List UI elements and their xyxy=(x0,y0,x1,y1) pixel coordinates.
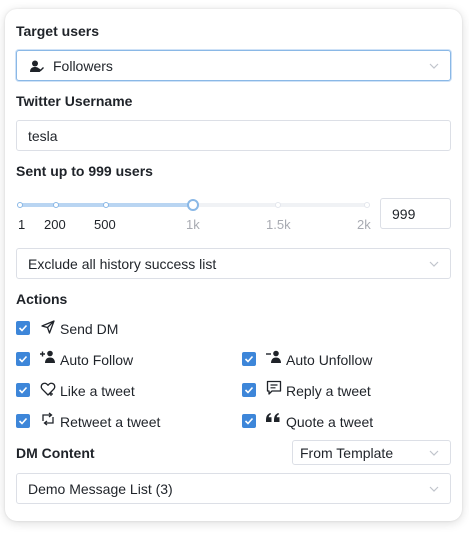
settings-panel: Target users Followers Twitter Username … xyxy=(5,9,462,521)
chevron-down-icon xyxy=(429,261,439,267)
reply-tweet-label: Reply a tweet xyxy=(286,383,371,399)
sent-up-to-title: Sent up to 999 users xyxy=(16,163,153,179)
check-icon xyxy=(18,417,28,425)
check-icon xyxy=(244,417,254,425)
check-icon xyxy=(18,386,28,394)
heart-icon xyxy=(40,382,56,396)
target-users-title: Target users xyxy=(16,23,99,39)
slider-tick-1k: 1k xyxy=(186,217,200,232)
check-icon xyxy=(244,355,254,363)
auto-follow-label: Auto Follow xyxy=(60,352,134,368)
dm-template-value: Demo Message List (3) xyxy=(28,481,173,497)
slider-dot-1-5k xyxy=(275,202,281,208)
history-filter-select[interactable]: Exclude all history success list xyxy=(16,248,451,279)
send-dm-checkbox[interactable] xyxy=(16,321,30,335)
slider-tick-1-5k: 1.5k xyxy=(266,217,291,232)
retweet-label: Retweet a tweet xyxy=(60,414,161,430)
twitter-username-input[interactable]: tesla xyxy=(16,120,451,151)
dm-source-value: From Template xyxy=(300,445,394,461)
dm-content-title: DM Content xyxy=(16,445,95,461)
like-tweet-label: Like a tweet xyxy=(60,383,135,399)
chevron-down-icon xyxy=(429,63,439,69)
slider-tick-1: 1 xyxy=(18,217,26,232)
user-follow-icon xyxy=(30,60,44,72)
slider-handle[interactable] xyxy=(187,199,199,211)
chevron-down-icon xyxy=(429,450,439,456)
check-icon xyxy=(18,324,28,332)
quote-tweet-label: Quote a tweet xyxy=(286,414,374,430)
user-remove-icon xyxy=(266,350,281,363)
comment-icon xyxy=(266,380,282,395)
twitter-username-title: Twitter Username xyxy=(16,93,133,109)
quote-tweet-checkbox[interactable] xyxy=(242,414,256,428)
retweet-checkbox[interactable] xyxy=(16,414,30,428)
target-users-select[interactable]: Followers xyxy=(16,50,451,81)
target-users-value: Followers xyxy=(53,58,113,74)
users-slider[interactable] xyxy=(16,195,370,215)
user-add-icon xyxy=(40,350,55,363)
slider-dot-1 xyxy=(17,202,23,208)
history-filter-value: Exclude all history success list xyxy=(28,256,217,272)
slider-dot-2k xyxy=(364,202,370,208)
reply-tweet-checkbox[interactable] xyxy=(242,383,256,397)
slider-dot-500 xyxy=(103,202,109,208)
actions-title: Actions xyxy=(16,291,68,307)
retweet-icon xyxy=(42,412,54,426)
check-icon xyxy=(244,386,254,394)
chevron-down-icon xyxy=(429,486,439,492)
dm-template-select[interactable]: Demo Message List (3) xyxy=(16,473,451,504)
send-dm-label: Send DM xyxy=(60,321,119,337)
quote-icon xyxy=(266,413,280,422)
auto-follow-checkbox[interactable] xyxy=(16,352,30,366)
slider-tick-200: 200 xyxy=(44,217,66,232)
send-icon xyxy=(41,320,55,334)
check-icon xyxy=(18,355,28,363)
like-tweet-checkbox[interactable] xyxy=(16,383,30,397)
auto-unfollow-label: Auto Unfollow xyxy=(286,352,373,368)
slider-tick-2k: 2k xyxy=(357,217,371,232)
users-count-input[interactable]: 999 xyxy=(380,198,451,229)
auto-unfollow-checkbox[interactable] xyxy=(242,352,256,366)
slider-dot-200 xyxy=(53,202,59,208)
dm-source-select[interactable]: From Template xyxy=(292,440,451,465)
slider-tick-500: 500 xyxy=(94,217,116,232)
